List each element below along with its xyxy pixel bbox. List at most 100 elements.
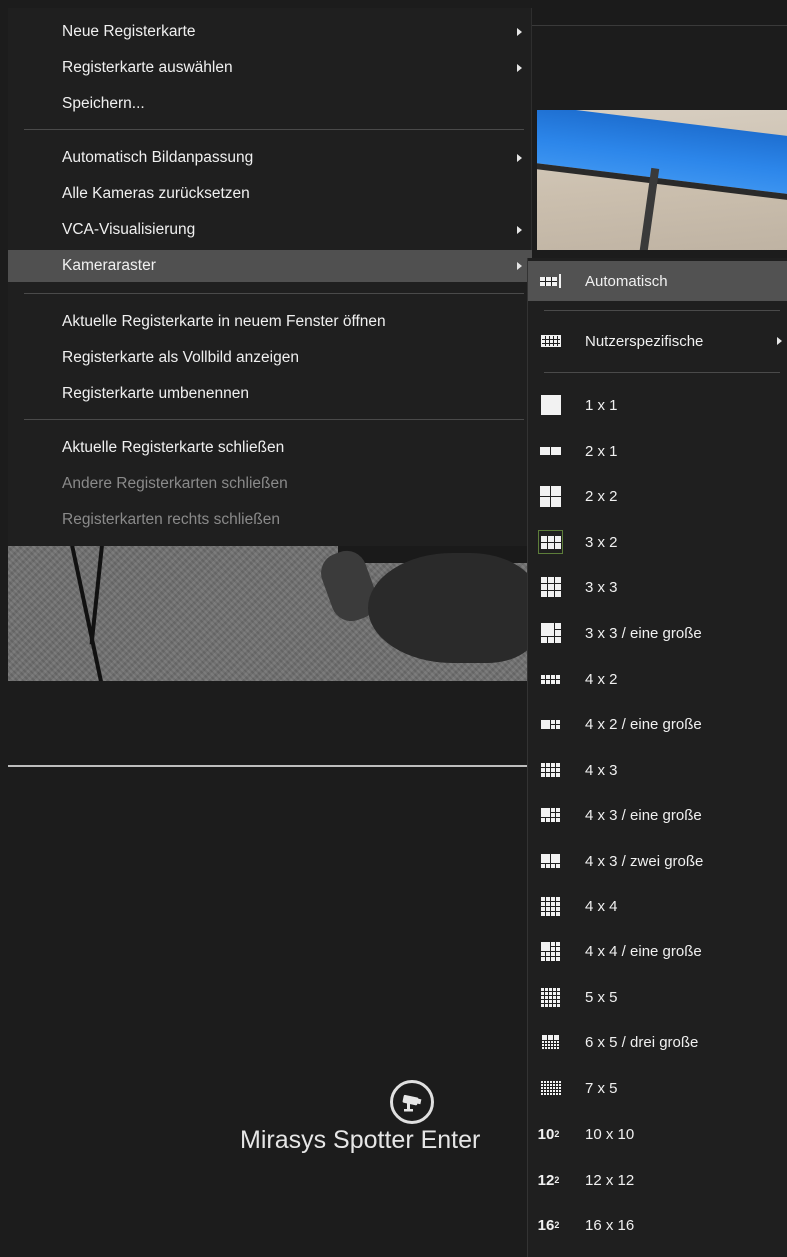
menu-item-label: Speichern... [62, 95, 145, 112]
grid-option-4x4-one-large[interactable]: 4 x 4 / eine große [528, 931, 787, 971]
grid-option-label: 6 x 5 / drei große [585, 1033, 699, 1051]
grid-option-label: 3 x 2 [585, 533, 618, 551]
menu-item-close-tab[interactable]: Aktuelle Registerkarte schließen [8, 432, 532, 464]
grid-option-2x2[interactable]: 2 x 2 [528, 476, 787, 516]
grid-option-4x3[interactable]: 4 x 3 [528, 750, 787, 790]
auto-grid-icon [538, 269, 563, 293]
grid-option-4x4[interactable]: 4 x 4 [528, 886, 787, 926]
chevron-right-icon [517, 226, 522, 234]
menu-item-label: Kameraraster [62, 257, 156, 274]
grid-option-4x3-one-large[interactable]: 4 x 3 / eine große [528, 795, 787, 835]
grid-option-label: 5 x 5 [585, 988, 618, 1006]
grid-3x2-icon [538, 530, 563, 554]
grid-option-3x3-one-large[interactable]: 3 x 3 / eine große [528, 613, 787, 653]
grid-option-1x1[interactable]: 1 x 1 [528, 385, 787, 425]
grid-option-label: 1 x 1 [585, 396, 618, 414]
menu-item-close-other-tabs: Andere Registerkarten schließen [8, 468, 532, 500]
grid-option-16x16[interactable]: 16 2 16 x 16 [528, 1205, 787, 1245]
context-menu: Neue Registerkarte Registerkarte auswähl… [8, 8, 532, 546]
grid-option-2x1[interactable]: 2 x 1 [528, 431, 787, 471]
grid-6x5-three-large-icon [538, 1030, 563, 1054]
menu-item-auto-image-adjust[interactable]: Automatisch Bildanpassung [8, 142, 532, 174]
menu-item-close-tabs-right: Registerkarten rechts schließen [8, 504, 532, 536]
grid-4x2-one-large-icon [538, 712, 563, 736]
menu-separator [24, 419, 524, 420]
grid-2x1-icon [538, 439, 563, 463]
chevron-right-icon [517, 262, 522, 270]
menu-item-camera-grid[interactable]: Kameraraster [8, 250, 532, 282]
menu-item-label: Neue Registerkarte [62, 23, 196, 40]
menu-item-fullscreen[interactable]: Registerkarte als Vollbild anzeigen [8, 342, 532, 374]
camera-view-bottom[interactable] [8, 545, 530, 681]
icon-text: 10 [537, 1125, 555, 1143]
grid-option-10x10[interactable]: 10 2 10 x 10 [528, 1114, 787, 1154]
menu-item-label: Automatisch Bildanpassung [62, 149, 254, 166]
grid-option-label: 4 x 3 / zwei große [585, 852, 704, 870]
menu-item-vca-visualization[interactable]: VCA-Visualisierung [8, 214, 532, 246]
grid-option-label: 16 x 16 [585, 1216, 635, 1234]
chevron-right-icon [777, 337, 782, 345]
menu-item-label: Registerkarte umbenennen [62, 385, 249, 402]
grid-5x5-icon [538, 985, 563, 1009]
pane-divider[interactable] [8, 765, 530, 767]
grid-option-automatic[interactable]: Automatisch [528, 261, 787, 301]
grid-4x4-icon [538, 894, 563, 918]
chevron-right-icon [517, 28, 522, 36]
grid-7x5-icon [538, 1076, 563, 1100]
grid-4x4-one-large-icon [538, 939, 563, 963]
grid-option-5x5[interactable]: 5 x 5 [528, 977, 787, 1017]
grid-option-3x2[interactable]: 3 x 2 [528, 522, 787, 562]
menu-item-new-tab[interactable]: Neue Registerkarte [8, 16, 532, 48]
chevron-right-icon [517, 64, 522, 72]
grid-option-12x12[interactable]: 12 2 12 x 12 [528, 1160, 787, 1200]
grid-12x12-icon: 12 2 [536, 1168, 561, 1192]
icon-superscript: 2 [554, 1220, 560, 1230]
grid-option-7x5[interactable]: 7 x 5 [528, 1068, 787, 1108]
grid-option-label: 4 x 4 [585, 897, 618, 915]
grid-option-label: Automatisch [585, 272, 668, 290]
product-name: Mirasys Spotter Enter [240, 1126, 481, 1154]
grid-option-label: 10 x 10 [585, 1125, 635, 1143]
menu-item-label: Registerkarte als Vollbild anzeigen [62, 349, 299, 366]
grid-3x3-one-large-icon [538, 621, 563, 645]
menu-item-label: Aktuelle Registerkarte in neuem Fenster … [62, 313, 386, 330]
grid-1x1-icon [538, 393, 563, 417]
menu-separator [544, 310, 780, 311]
icon-text: 16 [537, 1216, 555, 1234]
grid-2x2-icon [538, 484, 563, 508]
grid-4x3-icon [538, 758, 563, 782]
grid-option-label: 7 x 5 [585, 1079, 618, 1097]
grid-option-label: Nutzerspezifische [585, 332, 704, 350]
grid-option-4x2[interactable]: 4 x 2 [528, 659, 787, 699]
grid-option-6x5-three-large[interactable]: 6 x 5 / drei große [528, 1022, 787, 1062]
grid-16x16-icon: 16 2 [536, 1213, 561, 1237]
grid-option-custom[interactable]: Nutzerspezifische [528, 321, 787, 361]
grid-option-label: 2 x 1 [585, 442, 618, 460]
monitor-image [537, 110, 787, 202]
menu-separator [544, 372, 780, 373]
menu-item-label: Aktuelle Registerkarte schließen [62, 439, 285, 456]
grid-option-label: 4 x 4 / eine große [585, 942, 702, 960]
grid-option-4x2-one-large[interactable]: 4 x 2 / eine große [528, 704, 787, 744]
menu-item-reset-cameras[interactable]: Alle Kameras zurücksetzen [8, 178, 532, 210]
grid-option-label: 3 x 3 [585, 578, 618, 596]
grid-option-label: 4 x 2 [585, 670, 618, 688]
chevron-right-icon [517, 154, 522, 162]
grid-option-label: 2 x 2 [585, 487, 618, 505]
grid-option-label: 3 x 3 / eine große [585, 624, 702, 642]
grid-10x10-icon: 10 2 [536, 1122, 561, 1146]
menu-item-label: VCA-Visualisierung [62, 221, 196, 238]
menu-separator [24, 293, 524, 294]
menu-item-select-tab[interactable]: Registerkarte auswählen [8, 52, 532, 84]
tab-strip [530, 0, 787, 26]
camera-view-top[interactable] [537, 110, 787, 250]
icon-superscript: 2 [554, 1129, 560, 1139]
grid-4x3-one-large-icon [538, 803, 563, 827]
menu-item-save[interactable]: Speichern... [8, 88, 532, 120]
grid-option-3x3[interactable]: 3 x 3 [528, 567, 787, 607]
grid-3x3-icon [538, 575, 563, 599]
menu-item-open-in-new-window[interactable]: Aktuelle Registerkarte in neuem Fenster … [8, 306, 532, 338]
grid-option-4x3-two-large[interactable]: 4 x 3 / zwei große [528, 841, 787, 881]
menu-item-rename-tab[interactable]: Registerkarte umbenennen [8, 378, 532, 410]
grid-4x2-icon [538, 667, 563, 691]
